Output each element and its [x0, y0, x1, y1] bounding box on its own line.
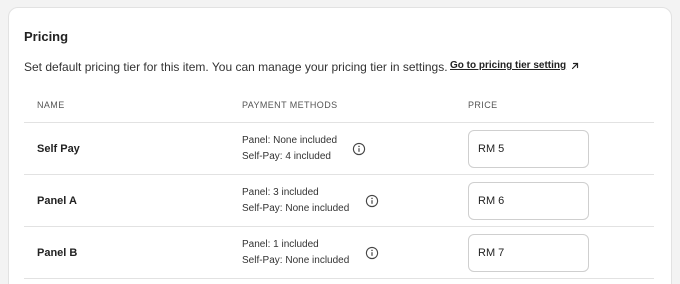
header-payment-methods: PAYMENT METHODS: [242, 100, 338, 110]
header-price: PRICE: [468, 100, 498, 110]
header-name: NAME: [37, 100, 65, 110]
table-row: Panel B Panel: 1 included Self-Pay: None…: [24, 227, 654, 279]
info-icon[interactable]: [365, 194, 379, 208]
table-header: NAME PAYMENT METHODS PRICE: [24, 91, 654, 123]
price-input[interactable]: [468, 234, 589, 272]
section-title: Pricing: [24, 29, 69, 44]
table-row: Self Pay Panel: None included Self-Pay: …: [24, 123, 654, 175]
panel-info: Panel: None included: [242, 135, 338, 146]
section-description: Set default pricing tier for this item. …: [24, 60, 448, 74]
self-pay-info: Self-Pay: None included: [242, 203, 350, 214]
self-pay-info: Self-Pay: None included: [242, 255, 350, 266]
payment-methods: Panel: 3 included Self-Pay: None include…: [242, 185, 349, 217]
pricing-table: NAME PAYMENT METHODS PRICE Self Pay Pane…: [24, 91, 654, 279]
price-input[interactable]: [468, 182, 589, 220]
self-pay-info: Self-Pay: 4 included: [242, 151, 331, 162]
pricing-card: Pricing Set default pricing tier for thi…: [8, 7, 672, 284]
tier-name: Self Pay: [37, 143, 80, 155]
price-input[interactable]: [468, 130, 589, 168]
info-icon[interactable]: [352, 142, 366, 156]
table-row: Panel A Panel: 3 included Self-Pay: None…: [24, 175, 654, 227]
payment-methods: Panel: 1 included Self-Pay: None include…: [242, 237, 349, 269]
tier-name: Panel A: [37, 195, 77, 207]
pricing-tier-setting-link[interactable]: Go to pricing tier setting: [450, 60, 566, 71]
payment-methods: Panel: None included Self-Pay: 4 include…: [242, 133, 337, 165]
panel-info: Panel: 1 included: [242, 239, 319, 250]
panel-info: Panel: 3 included: [242, 187, 319, 198]
tier-name: Panel B: [37, 247, 78, 259]
info-icon[interactable]: [365, 246, 379, 260]
external-link-icon[interactable]: [569, 60, 581, 72]
